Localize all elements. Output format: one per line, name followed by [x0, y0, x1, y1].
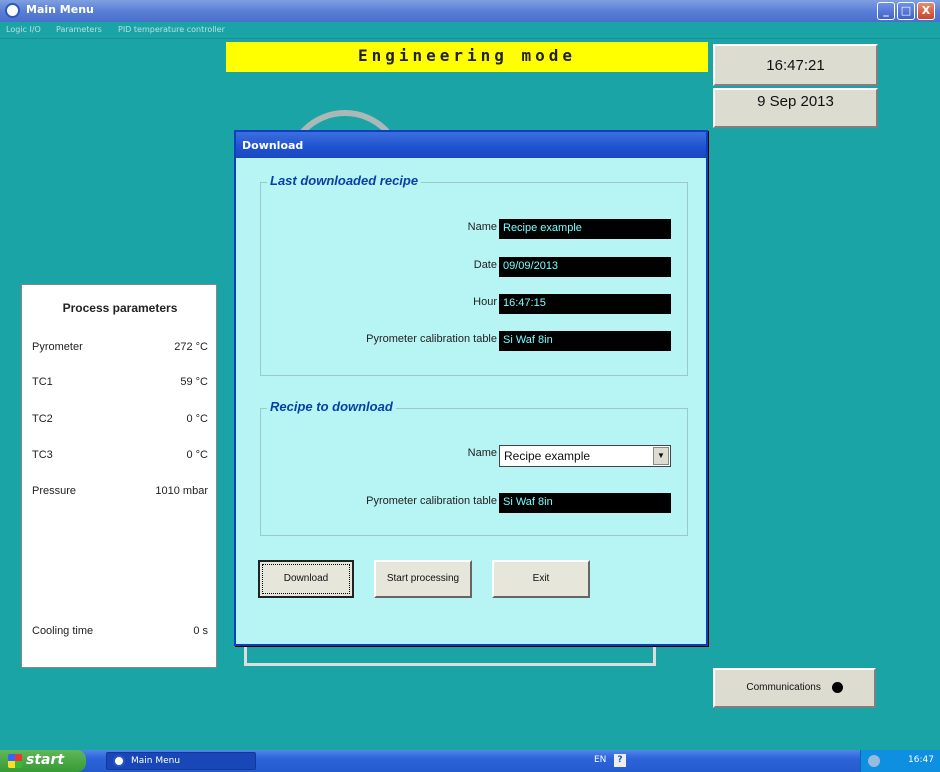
- system-tray: 16:47: [860, 750, 940, 772]
- dialog-title: Download: [236, 132, 706, 158]
- tray-clock: 16:47: [908, 755, 934, 765]
- clock-time: 16:47:21: [713, 44, 878, 86]
- param-value: 0 °C: [186, 449, 208, 461]
- process-parameters-panel: Process parameters Pyrometer 272 °C TC1 …: [21, 284, 217, 668]
- param-row-pressure: Pressure 1010 mbar: [32, 485, 208, 497]
- tray-icon[interactable]: [868, 755, 880, 767]
- last-recipe-name: Recipe example: [499, 219, 671, 239]
- title-bar: Main Menu _ □ X: [0, 0, 940, 22]
- app-icon: [5, 3, 20, 18]
- menu-bar: Logic I/O Parameters PID temperature con…: [0, 22, 940, 39]
- menu-item-parameters[interactable]: Parameters: [56, 25, 102, 34]
- param-value: 0 °C: [186, 413, 208, 425]
- communications-status: Communications: [713, 668, 876, 708]
- param-label: Pressure: [32, 485, 77, 497]
- last-downloaded-heading: Last downloaded recipe: [267, 173, 422, 188]
- param-value: 1010 mbar: [155, 485, 208, 497]
- status-indicator-icon: [831, 681, 843, 693]
- recipe-select[interactable]: Recipe example ▼: [499, 445, 671, 467]
- app-icon: [113, 755, 125, 767]
- name-label: Name: [467, 221, 497, 233]
- minimize-button[interactable]: _: [877, 2, 895, 20]
- last-pyrometer-table: Si Waf 8in: [499, 331, 671, 351]
- help-icon[interactable]: ?: [614, 754, 626, 767]
- start-button[interactable]: start: [0, 750, 86, 772]
- download-button[interactable]: Download: [258, 560, 354, 598]
- pyrometer-table-label: Pyrometer calibration table: [366, 333, 497, 345]
- process-parameters-title: Process parameters: [62, 301, 178, 315]
- param-label: Cooling time: [32, 625, 94, 637]
- param-row-cooling-time: Cooling time 0 s: [32, 625, 208, 637]
- param-label: Pyrometer: [32, 341, 83, 353]
- param-value: 272 °C: [174, 341, 208, 353]
- taskbar: start Main Menu EN ? 16:47: [0, 750, 940, 772]
- clock-date: 9 Sep 2013: [713, 88, 878, 128]
- param-row-tc3: TC3 0 °C: [32, 449, 208, 461]
- last-recipe-date: 09/09/2013: [499, 257, 671, 277]
- pyrometer-table-value: Si Waf 8in: [499, 493, 671, 513]
- exit-button[interactable]: Exit: [492, 560, 590, 598]
- date-label: Date: [473, 259, 497, 271]
- start-label: start: [26, 752, 65, 768]
- param-row-tc1: TC1 59 °C: [32, 376, 208, 388]
- windows-logo-icon: [8, 754, 22, 768]
- param-label: TC3: [32, 449, 53, 461]
- close-button[interactable]: X: [917, 2, 935, 20]
- taskbar-item-label: Main Menu: [131, 756, 181, 766]
- recipe-to-download-group: Recipe to download Name Recipe example ▼…: [260, 399, 688, 536]
- param-value: 0 s: [193, 625, 208, 637]
- param-value: 59 °C: [180, 376, 208, 388]
- communications-label: Communications: [746, 682, 821, 693]
- param-row-tc2: TC2 0 °C: [32, 413, 208, 425]
- dropdown-arrow-icon[interactable]: ▼: [653, 447, 669, 465]
- menu-item-logic-io[interactable]: Logic I/O: [6, 25, 41, 34]
- recipe-select-value: Recipe example: [504, 449, 591, 463]
- recipe-to-download-heading: Recipe to download: [267, 399, 396, 414]
- param-label: TC1: [32, 376, 53, 388]
- maximize-button[interactable]: □: [897, 2, 915, 20]
- hour-label: Hour: [473, 296, 497, 308]
- param-label: TC2: [32, 413, 53, 425]
- start-processing-button[interactable]: Start processing: [374, 560, 472, 598]
- pyrometer-table-label: Pyrometer calibration table: [366, 495, 497, 507]
- download-dialog: Download Last downloaded recipe Name Rec…: [234, 130, 708, 646]
- last-downloaded-group: Last downloaded recipe Name Recipe examp…: [260, 173, 688, 376]
- last-recipe-hour: 16:47:15: [499, 294, 671, 314]
- taskbar-item-main-menu[interactable]: Main Menu: [106, 752, 256, 770]
- language-indicator[interactable]: EN: [594, 755, 606, 765]
- engineering-mode-banner: Engineering mode: [226, 42, 708, 72]
- menu-item-pid-controller[interactable]: PID temperature controller: [118, 25, 225, 34]
- window-title: Main Menu: [26, 3, 94, 16]
- name-label: Name: [467, 447, 497, 459]
- param-row-pyrometer: Pyrometer 272 °C: [32, 341, 208, 353]
